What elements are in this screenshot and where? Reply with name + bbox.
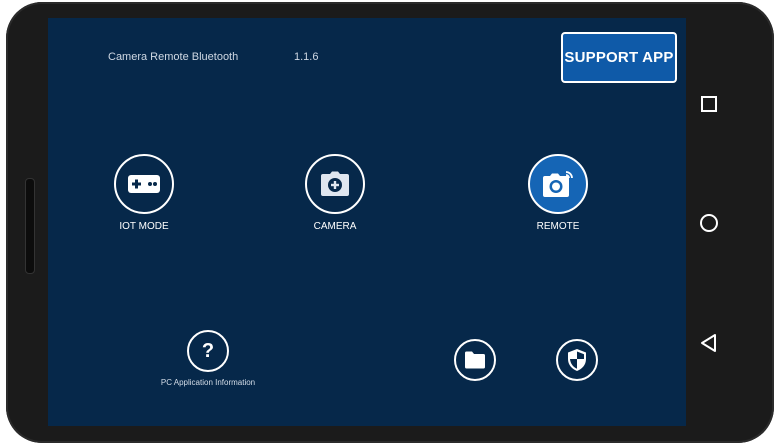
support-app-button[interactable]: SUPPORT APP	[561, 32, 677, 83]
pc-app-info-label: PC Application Information	[160, 378, 256, 387]
app-version: 1.1.6	[294, 51, 319, 63]
camera-plus-icon	[321, 171, 349, 196]
camera-label: CAMERA	[313, 221, 357, 232]
folder-button[interactable]	[454, 339, 496, 381]
hardware-side-button[interactable]	[25, 178, 35, 274]
gamepad-icon	[128, 175, 160, 193]
pc-app-info-button[interactable]: ?	[187, 330, 229, 372]
folder-icon	[465, 351, 485, 369]
recent-apps-button[interactable]	[696, 91, 722, 117]
remote-label: REMOTE	[536, 221, 580, 232]
camera-wireless-icon	[543, 171, 573, 197]
shield-icon	[568, 349, 586, 371]
home-button[interactable]	[696, 210, 722, 236]
remote-button[interactable]	[528, 154, 588, 214]
square-icon	[701, 96, 717, 112]
circle-icon	[700, 214, 718, 232]
privacy-shield-button[interactable]	[556, 339, 598, 381]
back-button[interactable]	[696, 330, 722, 356]
camera-button[interactable]	[305, 154, 365, 214]
question-icon: ?	[201, 340, 215, 362]
app-title: Camera Remote Bluetooth	[108, 51, 239, 63]
triangle-back-icon	[701, 334, 716, 352]
iot-mode-label: IOT MODE	[119, 221, 169, 232]
iot-mode-button[interactable]	[114, 154, 174, 214]
